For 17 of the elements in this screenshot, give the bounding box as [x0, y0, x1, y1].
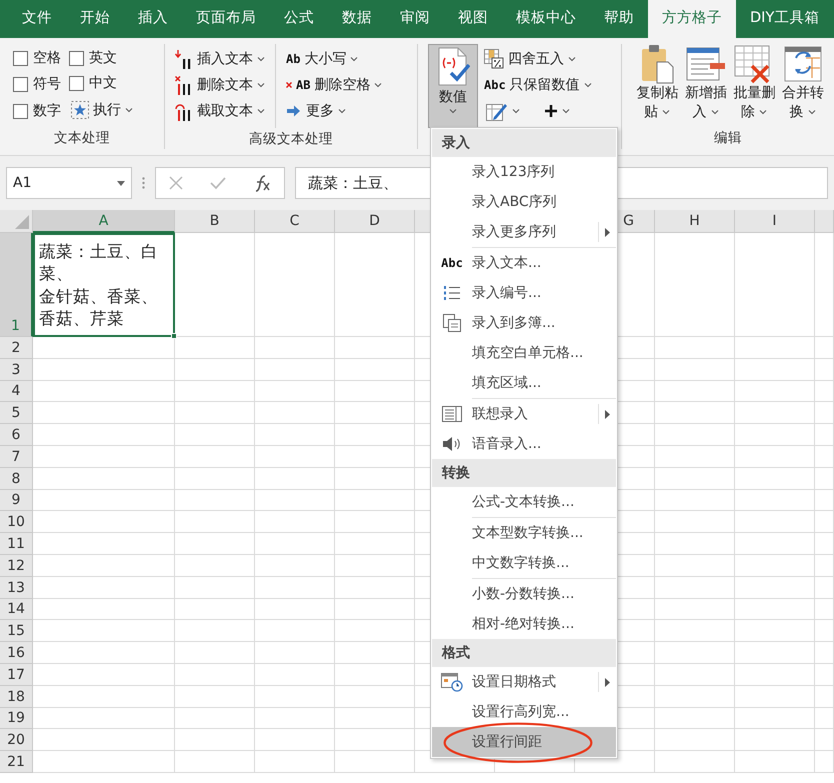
menu-section-header: 录入	[432, 129, 616, 157]
group-label: 文本处理	[54, 130, 110, 146]
glyph-icon: Ab	[286, 50, 300, 68]
checkbox-label: 符号	[33, 75, 61, 94]
checkbox-label: 中文	[89, 74, 117, 93]
menu-section-header: 格式	[432, 639, 616, 667]
cell-text-line: 蔬菜：土豆、白菜、	[39, 241, 159, 286]
checkbox-label: 空格	[33, 48, 61, 68]
glyph-icon: Abc	[484, 76, 506, 94]
group-label: 编辑	[714, 130, 742, 146]
menu-section-header: 转换	[432, 459, 616, 487]
checkbox-label: 数字	[33, 102, 61, 120]
group-label: 高级文本处理	[249, 131, 333, 147]
cell-text-line: 金针菇、香菜、香菇、芹菜	[39, 286, 159, 330]
glyph-icon: AB	[296, 76, 310, 94]
checkbox-label: 英文	[89, 48, 117, 68]
glyph-icon: Abc	[441, 254, 463, 272]
